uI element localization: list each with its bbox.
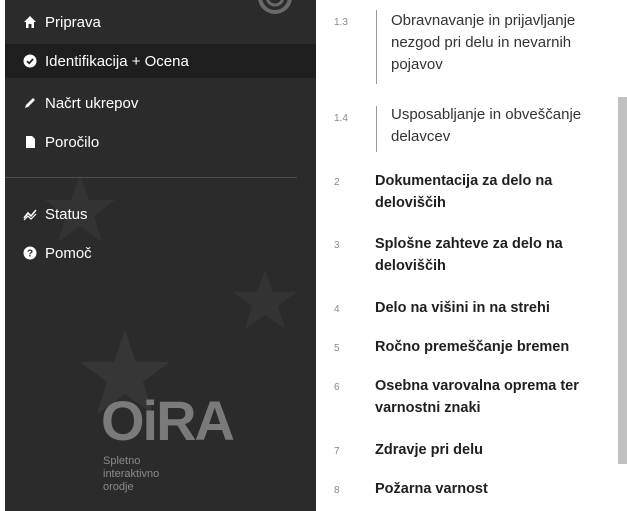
nav-nacrt-ukrepov[interactable]: Načrt ukrepov	[5, 86, 316, 120]
list-item[interactable]: 6 Osebna varovalna oprema ter varnostni …	[316, 375, 616, 421]
sidebar: Priprava Identifikacija + Ocena Načrt uk…	[5, 0, 316, 511]
list-item[interactable]: 4 Delo na višini in na strehi	[316, 297, 616, 321]
nav-pomoc[interactable]: ? Pomoč	[5, 236, 316, 270]
module-list: 1.3 Obravnavanje in prijavljanje nezgod …	[316, 0, 627, 511]
nav-label: Status	[45, 205, 88, 223]
document-icon	[23, 135, 37, 149]
nav-label: Pomoč	[45, 244, 92, 262]
nav-label: Načrt ukrepov	[45, 94, 139, 112]
check-circle-icon	[23, 54, 37, 68]
nav-porocilo[interactable]: Poročilo	[5, 125, 316, 159]
list-item[interactable]: 2 Dokumentacija za delo na deloviščih	[316, 170, 616, 216]
list-item[interactable]: 1.4 Usposabljanje in obveščanje delavcev	[316, 104, 616, 154]
nav-identifikacija[interactable]: Identifikacija + Ocena	[5, 44, 316, 78]
nav-label: Identifikacija + Ocena	[45, 52, 189, 70]
list-item[interactable]: 8 Požarna varnost	[316, 478, 616, 502]
scrollbar[interactable]	[618, 97, 627, 464]
trend-icon	[23, 207, 37, 221]
list-item[interactable]: 7 Zdravje pri delu	[316, 439, 616, 463]
nav-divider	[5, 177, 297, 178]
logo-tagline: Spletno interaktivno orodje	[103, 455, 160, 493]
oira-logo: OiRA	[101, 389, 235, 452]
help-icon: ?	[23, 246, 37, 260]
nav-label: Priprava	[45, 13, 101, 31]
nav-status[interactable]: Status	[5, 197, 316, 231]
nav-label: Poročilo	[45, 133, 100, 151]
subitem-bar	[376, 10, 377, 84]
subitem-bar	[376, 106, 377, 152]
list-item[interactable]: 1.3 Obravnavanje in prijavljanje nezgod …	[316, 8, 616, 88]
list-item[interactable]: 5 Ročno premeščanje bremen	[316, 336, 616, 360]
svg-text:?: ?	[27, 249, 33, 260]
pencil-icon	[23, 96, 37, 110]
nav-priprava[interactable]: Priprava	[5, 5, 316, 39]
home-icon	[23, 15, 37, 29]
list-item[interactable]: 3 Splošne zahteve za delo na deloviščih	[316, 233, 616, 279]
